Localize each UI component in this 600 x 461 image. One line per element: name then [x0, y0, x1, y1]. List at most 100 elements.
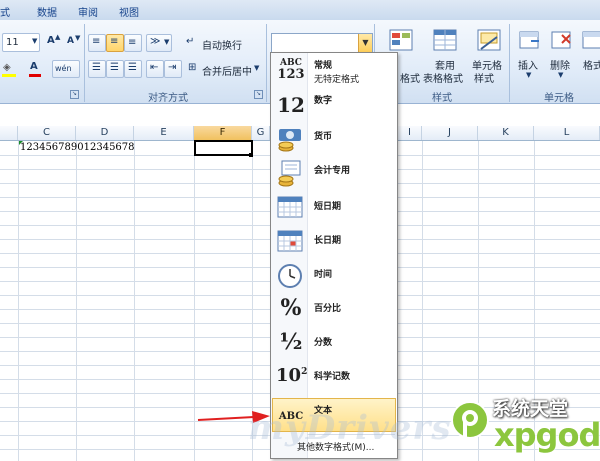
align-top-icon: ≡: [92, 36, 101, 47]
alignment-group-label: 对齐方式: [148, 93, 188, 104]
shrink-font-icon: A: [67, 36, 74, 46]
align-bottom-icon: ≡: [128, 37, 137, 48]
column-header-j[interactable]: J: [422, 126, 478, 140]
column-header-d[interactable]: D: [76, 126, 134, 140]
chevron-down-icon: ▼: [32, 37, 38, 45]
cond-format-label: 格式: [400, 74, 420, 85]
table-format-icon: [433, 29, 457, 51]
currency-icon: [278, 129, 301, 152]
down-arrow-icon: ▼: [75, 34, 81, 42]
chevron-down-icon[interactable]: ▼: [358, 34, 372, 52]
menu-item-label: 百分比: [314, 304, 342, 314]
orientation-icon: ≫: [150, 36, 161, 47]
watermark-mydrivers: myDrivers: [248, 408, 452, 448]
grow-font-button[interactable]: A ▲: [44, 33, 62, 51]
menu-item-general[interactable]: ABC 123 常规 无特定格式: [272, 55, 396, 89]
delete-label: 删除: [550, 61, 570, 72]
font-color-button[interactable]: A: [26, 60, 48, 78]
phonetic-button[interactable]: wén: [52, 60, 80, 78]
align-center-button[interactable]: ☰: [106, 60, 124, 78]
menu-item-label: 科学记数: [314, 372, 351, 382]
long-date-icon: [277, 230, 303, 252]
number-format-combo[interactable]: ▼: [271, 33, 373, 53]
menu-item-label: 货币: [314, 132, 333, 142]
merge-center-button[interactable]: ⊞ 合并后居中 ▼: [186, 60, 262, 78]
alignment-dialog-launcher-icon[interactable]: ↘: [254, 90, 263, 99]
menu-item-label: 长日期: [314, 236, 342, 246]
format-cells-icon: [582, 31, 600, 49]
general-icon: ABC 123: [277, 58, 305, 82]
menu-item-label: 分数: [314, 338, 333, 348]
number-icon: 12: [277, 93, 305, 117]
menu-item-long-date[interactable]: 长日期: [272, 225, 396, 259]
increase-indent-icon: ⇥: [168, 62, 177, 73]
tab-view[interactable]: 视图: [119, 4, 139, 19]
align-center-icon: ☰: [110, 62, 119, 73]
cells-group-label: 单元格: [544, 93, 574, 104]
delete-button[interactable]: 删除 ▼: [546, 24, 576, 84]
increase-indent-button[interactable]: ⇥: [164, 60, 182, 78]
cell-c-value[interactable]: 123456789012345678: [20, 142, 135, 153]
decrease-indent-button[interactable]: ⇤: [146, 60, 164, 78]
tab-formulas[interactable]: 式: [0, 4, 10, 19]
insert-button[interactable]: 插入 ▼: [512, 24, 546, 84]
align-right-button[interactable]: ☰: [124, 60, 142, 78]
menu-item-currency[interactable]: 货币: [272, 123, 396, 157]
menu-item-label: 常规: [314, 61, 333, 71]
group-divider: [509, 24, 510, 102]
percent-icon: %: [280, 295, 302, 321]
menu-item-number[interactable]: 12 数字: [272, 89, 396, 123]
number-format-menu: ABC 123 常规 无特定格式 12 数字 货币 会计专用 短日期 长日期 时…: [270, 52, 398, 459]
format-as-table-button[interactable]: 套用 表格格式: [422, 24, 466, 85]
selected-cell-f[interactable]: [194, 140, 253, 156]
column-header-l[interactable]: L: [534, 126, 600, 140]
menu-item-short-date[interactable]: 短日期: [272, 191, 396, 225]
column-header-i[interactable]: I: [398, 126, 422, 140]
row-header-corner: [0, 126, 18, 140]
menu-item-accounting[interactable]: 会计专用: [272, 157, 396, 191]
column-header-c[interactable]: C: [18, 126, 76, 140]
chevron-down-icon: ▼: [164, 38, 170, 46]
font-dialog-launcher-icon[interactable]: ↘: [70, 90, 79, 99]
merge-center-icon: ⊞: [188, 62, 197, 73]
ribbon-tab-bar: 式 数据 审阅 视图: [0, 0, 600, 21]
font-size-box[interactable]: 11 ▼: [2, 33, 40, 52]
menu-item-scientific[interactable]: 102 科学记数: [272, 361, 396, 395]
column-header-k[interactable]: K: [478, 126, 534, 140]
align-bottom-button[interactable]: ≡: [124, 34, 142, 52]
menu-item-percent[interactable]: % 百分比: [272, 293, 396, 327]
tab-review[interactable]: 审阅: [78, 4, 98, 19]
format-cells-button[interactable]: 格式: [578, 24, 600, 84]
align-middle-button[interactable]: ≡: [106, 34, 124, 52]
orientation-button[interactable]: ≫ ▼: [146, 34, 172, 52]
paint-bucket-icon: ◈: [3, 62, 11, 73]
xpgod-logo-icon: [451, 401, 489, 440]
shrink-font-button[interactable]: A ▼: [64, 33, 82, 51]
insert-label: 插入: [518, 61, 538, 72]
group-divider: [266, 24, 267, 102]
decrease-indent-icon: ⇤: [150, 62, 159, 73]
table-format-label-bottom: 表格格式: [423, 74, 463, 85]
align-middle-icon: ≡: [110, 36, 119, 47]
cell-styles-button[interactable]: 单元格 样式: [470, 24, 506, 85]
align-top-button[interactable]: ≡: [88, 34, 106, 52]
menu-item-label: 短日期: [314, 202, 342, 212]
wrap-text-icon: ↵: [186, 36, 195, 47]
xpgod-logo: [448, 394, 494, 450]
tab-data[interactable]: 数据: [37, 4, 57, 19]
fill-handle[interactable]: [249, 153, 253, 157]
menu-item-label: 会计专用: [314, 166, 351, 176]
column-header-f[interactable]: F: [194, 126, 252, 140]
menu-item-fraction[interactable]: ½ 分数: [272, 327, 396, 361]
menu-item-label: 数字: [314, 96, 333, 106]
align-left-button[interactable]: ☰: [88, 60, 106, 78]
fill-color-button[interactable]: ◈: [0, 60, 22, 78]
column-header-e[interactable]: E: [134, 126, 194, 140]
column-header-g[interactable]: G: [252, 126, 270, 140]
chevron-down-icon: ▼: [526, 71, 532, 79]
wrap-text-label: 自动换行: [202, 41, 242, 52]
menu-item-time[interactable]: 时间: [272, 259, 396, 293]
delete-cells-icon: [551, 31, 571, 49]
align-left-icon: ☰: [92, 62, 101, 73]
wrap-text-button[interactable]: ↵ 自动换行: [184, 34, 244, 52]
